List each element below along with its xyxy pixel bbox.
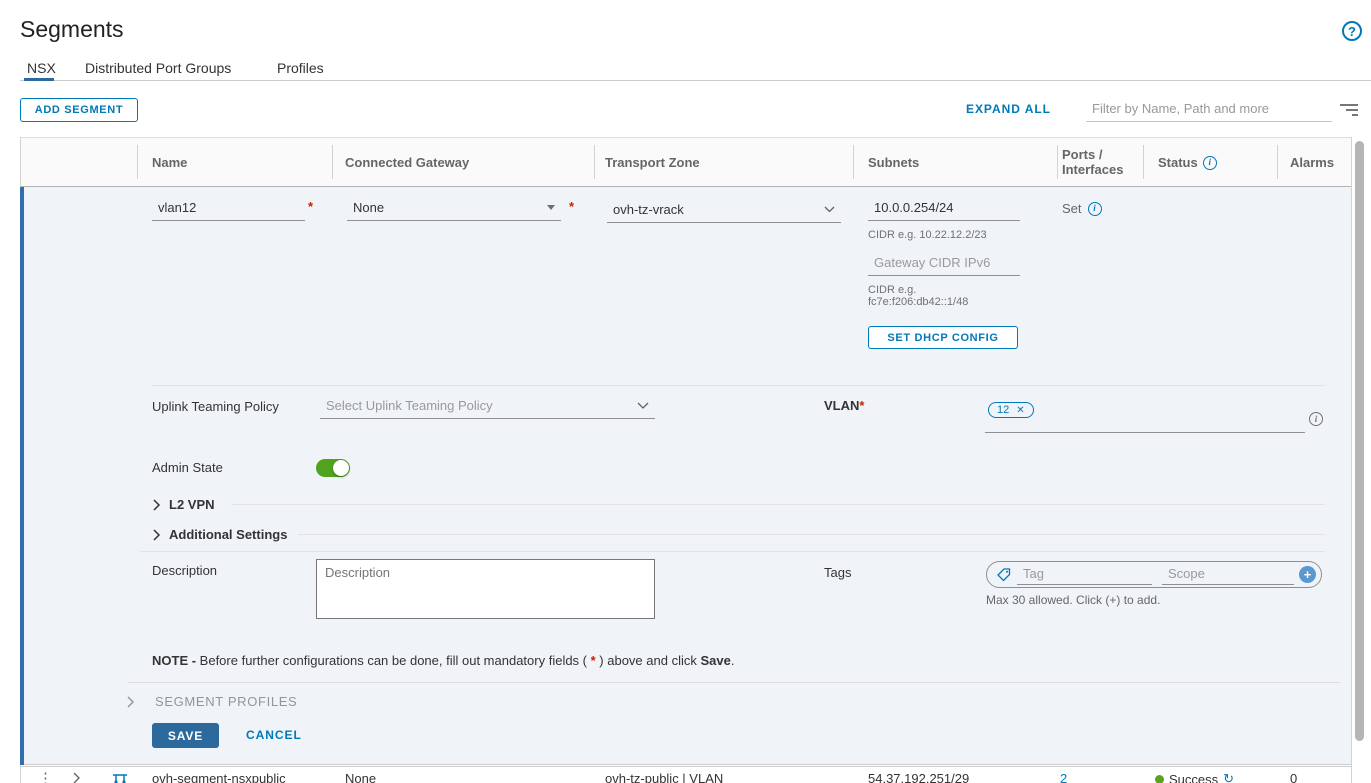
gateway-cidr-ipv6-input[interactable] bbox=[868, 252, 1020, 276]
expander-rule bbox=[232, 504, 1325, 505]
set-dhcp-config-button[interactable]: SET DHCP CONFIG bbox=[868, 326, 1018, 349]
add-segment-button[interactable]: ADD SEGMENT bbox=[20, 98, 138, 122]
description-label: Description bbox=[152, 563, 217, 578]
segment-edit-row bbox=[21, 187, 1351, 765]
column-header-alarms[interactable]: Alarms bbox=[1290, 155, 1334, 170]
ipv4-cidr-hint: CIDR e.g. 10.22.12.2/23 bbox=[868, 229, 987, 242]
column-header-status[interactable]: Status i bbox=[1158, 155, 1217, 170]
filter-icon[interactable] bbox=[1340, 101, 1358, 116]
status-success-dot bbox=[1155, 775, 1164, 783]
refresh-icon[interactable]: ↻ bbox=[1223, 771, 1234, 783]
ports-interfaces-cell: Set i bbox=[1062, 201, 1102, 216]
column-header-connected-gateway[interactable]: Connected Gateway bbox=[345, 155, 469, 170]
note-text: NOTE - Before further configurations can… bbox=[152, 653, 734, 668]
expander-rule bbox=[298, 534, 1325, 535]
page-title: Segments bbox=[20, 16, 124, 43]
tag-icon bbox=[996, 567, 1012, 583]
col-separator bbox=[332, 145, 333, 179]
status-info-icon[interactable]: i bbox=[1203, 156, 1217, 170]
additional-settings-expander[interactable]: Additional Settings bbox=[152, 527, 287, 542]
chevron-right-icon bbox=[152, 529, 161, 541]
col-separator bbox=[594, 145, 595, 179]
active-tab-underline bbox=[24, 78, 54, 81]
admin-state-label: Admin State bbox=[152, 460, 223, 475]
tab-nsx[interactable]: NSX bbox=[27, 60, 56, 76]
vlan-chip[interactable]: 12 ✕ bbox=[988, 402, 1034, 418]
col-separator bbox=[137, 145, 138, 179]
scope-input[interactable] bbox=[1162, 563, 1294, 585]
col-separator bbox=[1057, 145, 1058, 179]
filter-input[interactable] bbox=[1086, 98, 1332, 122]
column-header-transport-zone[interactable]: Transport Zone bbox=[605, 155, 700, 170]
segment-name-input[interactable] bbox=[152, 197, 305, 221]
caret-down-icon bbox=[547, 205, 555, 210]
ports-set-label: Set bbox=[1062, 201, 1082, 216]
expand-all-button[interactable]: EXPAND ALL bbox=[966, 102, 1051, 116]
ipv6-cidr-hint-line2: fc7e:f206:db42::1/48 bbox=[868, 296, 968, 309]
gateway-required-marker: * bbox=[569, 199, 574, 214]
toggle-knob bbox=[333, 460, 349, 476]
vlan-label-group: VLAN* bbox=[824, 397, 864, 415]
segments-page: Segments ? NSX Distributed Port Groups P… bbox=[0, 0, 1371, 783]
chevron-down-icon bbox=[824, 206, 835, 213]
vlan-input-underline[interactable] bbox=[985, 432, 1305, 433]
cancel-button[interactable]: CANCEL bbox=[246, 728, 302, 742]
segment-icon bbox=[112, 771, 128, 783]
admin-state-toggle[interactable] bbox=[316, 459, 350, 477]
tab-profiles[interactable]: Profiles bbox=[277, 60, 324, 76]
transport-zone-select[interactable]: ovh-tz-vrack bbox=[607, 199, 841, 223]
row-alarms: 0 bbox=[1290, 771, 1297, 783]
uplink-teaming-label: Uplink Teaming Policy bbox=[152, 399, 279, 414]
description-textarea[interactable] bbox=[316, 559, 655, 619]
col-separator bbox=[1277, 145, 1278, 179]
vlan-info-icon[interactable]: i bbox=[1309, 412, 1323, 426]
column-header-subnets[interactable]: Subnets bbox=[868, 155, 919, 170]
chevron-right-icon bbox=[126, 696, 135, 708]
column-header-name[interactable]: Name bbox=[152, 155, 187, 170]
row-expand-chevron-icon[interactable] bbox=[72, 772, 81, 783]
tabbar-divider bbox=[20, 80, 1371, 81]
gateway-cidr-ipv4-input[interactable] bbox=[868, 197, 1020, 221]
tag-input[interactable] bbox=[1017, 563, 1152, 585]
section-divider bbox=[140, 551, 1325, 552]
tags-input-group: + bbox=[986, 561, 1322, 588]
l2vpn-expander[interactable]: L2 VPN bbox=[152, 497, 215, 512]
tab-distributed-port-groups[interactable]: Distributed Port Groups bbox=[85, 60, 231, 76]
section-divider bbox=[128, 682, 1340, 683]
vlan-label: VLAN bbox=[824, 398, 859, 413]
col-separator bbox=[853, 145, 854, 179]
col-separator bbox=[1143, 145, 1144, 179]
chevron-right-icon bbox=[152, 499, 161, 511]
row-menu-icon[interactable]: ⋮ bbox=[38, 769, 53, 783]
help-icon[interactable]: ? bbox=[1342, 21, 1362, 41]
row-status-text: Success bbox=[1169, 772, 1218, 783]
connected-gateway-select[interactable]: None bbox=[347, 197, 561, 221]
row-ports-link[interactable]: 2 bbox=[1060, 771, 1067, 783]
row-subnets: 54.37.192.251/29 bbox=[868, 771, 969, 783]
ports-info-icon[interactable]: i bbox=[1088, 202, 1102, 216]
scrollbar-thumb[interactable] bbox=[1355, 141, 1364, 741]
add-tag-button[interactable]: + bbox=[1299, 566, 1316, 583]
row-connected-gateway: None bbox=[345, 771, 376, 783]
selected-row-indicator bbox=[20, 187, 24, 765]
column-header-ports-interfaces[interactable]: Ports / Interfaces bbox=[1062, 147, 1134, 177]
row-status-cell: Success ↻ bbox=[1155, 771, 1234, 783]
name-required-marker: * bbox=[308, 199, 313, 214]
chevron-down-icon bbox=[637, 402, 649, 410]
section-divider bbox=[152, 385, 1325, 386]
tags-hint: Max 30 allowed. Click (+) to add. bbox=[986, 593, 1160, 607]
tags-label: Tags bbox=[824, 565, 851, 580]
row-transport-zone: ovh-tz-public | VLAN bbox=[605, 771, 723, 783]
uplink-teaming-select[interactable]: Select Uplink Teaming Policy bbox=[320, 395, 655, 419]
save-button[interactable]: SAVE bbox=[152, 723, 219, 748]
chip-close-icon[interactable]: ✕ bbox=[1016, 405, 1024, 416]
row-name[interactable]: ovh-segment-nsxpublic bbox=[152, 771, 286, 783]
vlan-required-marker: * bbox=[859, 398, 864, 413]
segment-profiles-expander[interactable]: SEGMENT PROFILES bbox=[126, 694, 297, 709]
